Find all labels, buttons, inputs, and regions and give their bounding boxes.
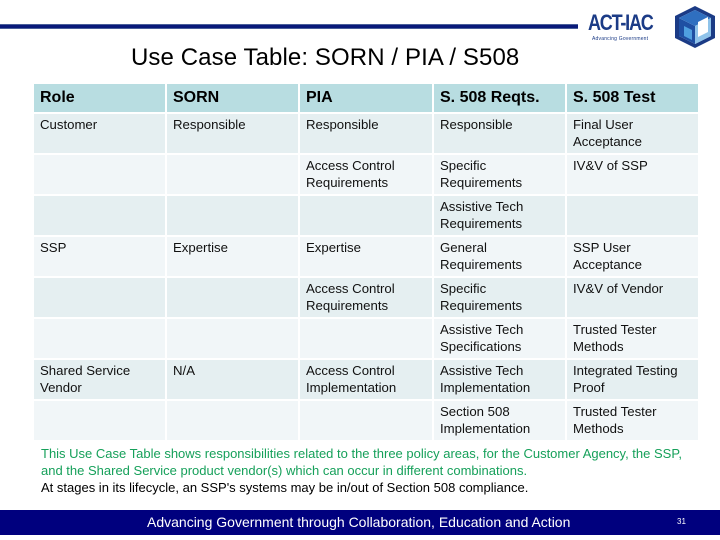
cell-role (34, 319, 165, 358)
cell-sorn (167, 401, 298, 440)
cell-sorn (167, 196, 298, 235)
table-row: Assistive Tech Requirements (34, 196, 698, 235)
cell-s508-reqts: Assistive Tech Implementation (434, 360, 565, 399)
cell-s508-test: IV&V of Vendor (567, 278, 698, 317)
note-compliance-statement: At stages in its lifecycle, an SSP's sys… (41, 480, 529, 495)
cell-pia: Expertise (300, 237, 432, 276)
cell-s508-test: Integrated Testing Proof (567, 360, 698, 399)
header-s508-test: S. 508 Test (567, 84, 698, 112)
table-row: Shared Service Vendor N/A Access Control… (34, 360, 698, 399)
cell-pia: Access Control Implementation (300, 360, 432, 399)
logo-name: ACT-IAC (588, 10, 654, 35)
cell-s508-reqts: General Requirements (434, 237, 565, 276)
cell-role (34, 196, 165, 235)
table-row: Assistive Tech Specifications Trusted Te… (34, 319, 698, 358)
header-sorn: SORN (167, 84, 298, 112)
table-row: Customer Responsible Responsible Respons… (34, 114, 698, 153)
cell-s508-reqts: Section 508 Implementation (434, 401, 565, 440)
cell-pia (300, 401, 432, 440)
cell-s508-test: Final User Acceptance (567, 114, 698, 153)
cell-pia (300, 196, 432, 235)
cell-pia: Access Control Requirements (300, 155, 432, 194)
cell-sorn: N/A (167, 360, 298, 399)
logo-tagline: Advancing Government (592, 36, 649, 42)
header-pia: PIA (300, 84, 432, 112)
table-row: SSP Expertise Expertise General Requirem… (34, 237, 698, 276)
header-s508-reqts: S. 508 Reqts. (434, 84, 565, 112)
cell-s508-reqts: Assistive Tech Requirements (434, 196, 565, 235)
page-number: 31 (677, 517, 686, 526)
cell-sorn (167, 278, 298, 317)
cell-sorn: Responsible (167, 114, 298, 153)
cell-s508-reqts: Assistive Tech Specifications (434, 319, 565, 358)
cell-s508-reqts: Specific Requirements (434, 278, 565, 317)
cell-role (34, 401, 165, 440)
cell-pia: Access Control Requirements (300, 278, 432, 317)
table-row: Access Control Requirements Specific Req… (34, 278, 698, 317)
table-header-row: Role SORN PIA S. 508 Reqts. S. 508 Test (34, 84, 698, 112)
table-row: Section 508 Implementation Trusted Teste… (34, 401, 698, 440)
cell-role (34, 155, 165, 194)
cell-pia (300, 319, 432, 358)
act-iac-logo: ACT-IAC Advancing Government (586, 4, 720, 48)
footer-bar: Advancing Government through Collaborati… (0, 510, 720, 535)
cell-role: Shared Service Vendor (34, 360, 165, 399)
cell-sorn (167, 155, 298, 194)
use-case-table: Role SORN PIA S. 508 Reqts. S. 508 Test … (32, 82, 700, 442)
cell-s508-test (567, 196, 698, 235)
slide-title: Use Case Table: SORN / PIA / S508 (131, 44, 520, 71)
cell-role (34, 278, 165, 317)
cell-s508-reqts: Specific Requirements (434, 155, 565, 194)
cell-s508-test: SSP User Acceptance (567, 237, 698, 276)
cell-s508-reqts: Responsible (434, 114, 565, 153)
header-role: Role (34, 84, 165, 112)
cell-s508-test: Trusted Tester Methods (567, 319, 698, 358)
cell-sorn (167, 319, 298, 358)
cell-role: SSP (34, 237, 165, 276)
cell-sorn: Expertise (167, 237, 298, 276)
cell-s508-test: Trusted Tester Methods (567, 401, 698, 440)
cell-s508-test: IV&V of SSP (567, 155, 698, 194)
table-explanation-note: This Use Case Table shows responsibiliti… (41, 445, 701, 496)
cell-pia: Responsible (300, 114, 432, 153)
note-description: This Use Case Table shows responsibiliti… (41, 446, 682, 478)
table-row: Access Control Requirements Specific Req… (34, 155, 698, 194)
top-rule-divider (0, 24, 578, 29)
cell-role: Customer (34, 114, 165, 153)
footer-tagline: Advancing Government through Collaborati… (147, 514, 571, 530)
